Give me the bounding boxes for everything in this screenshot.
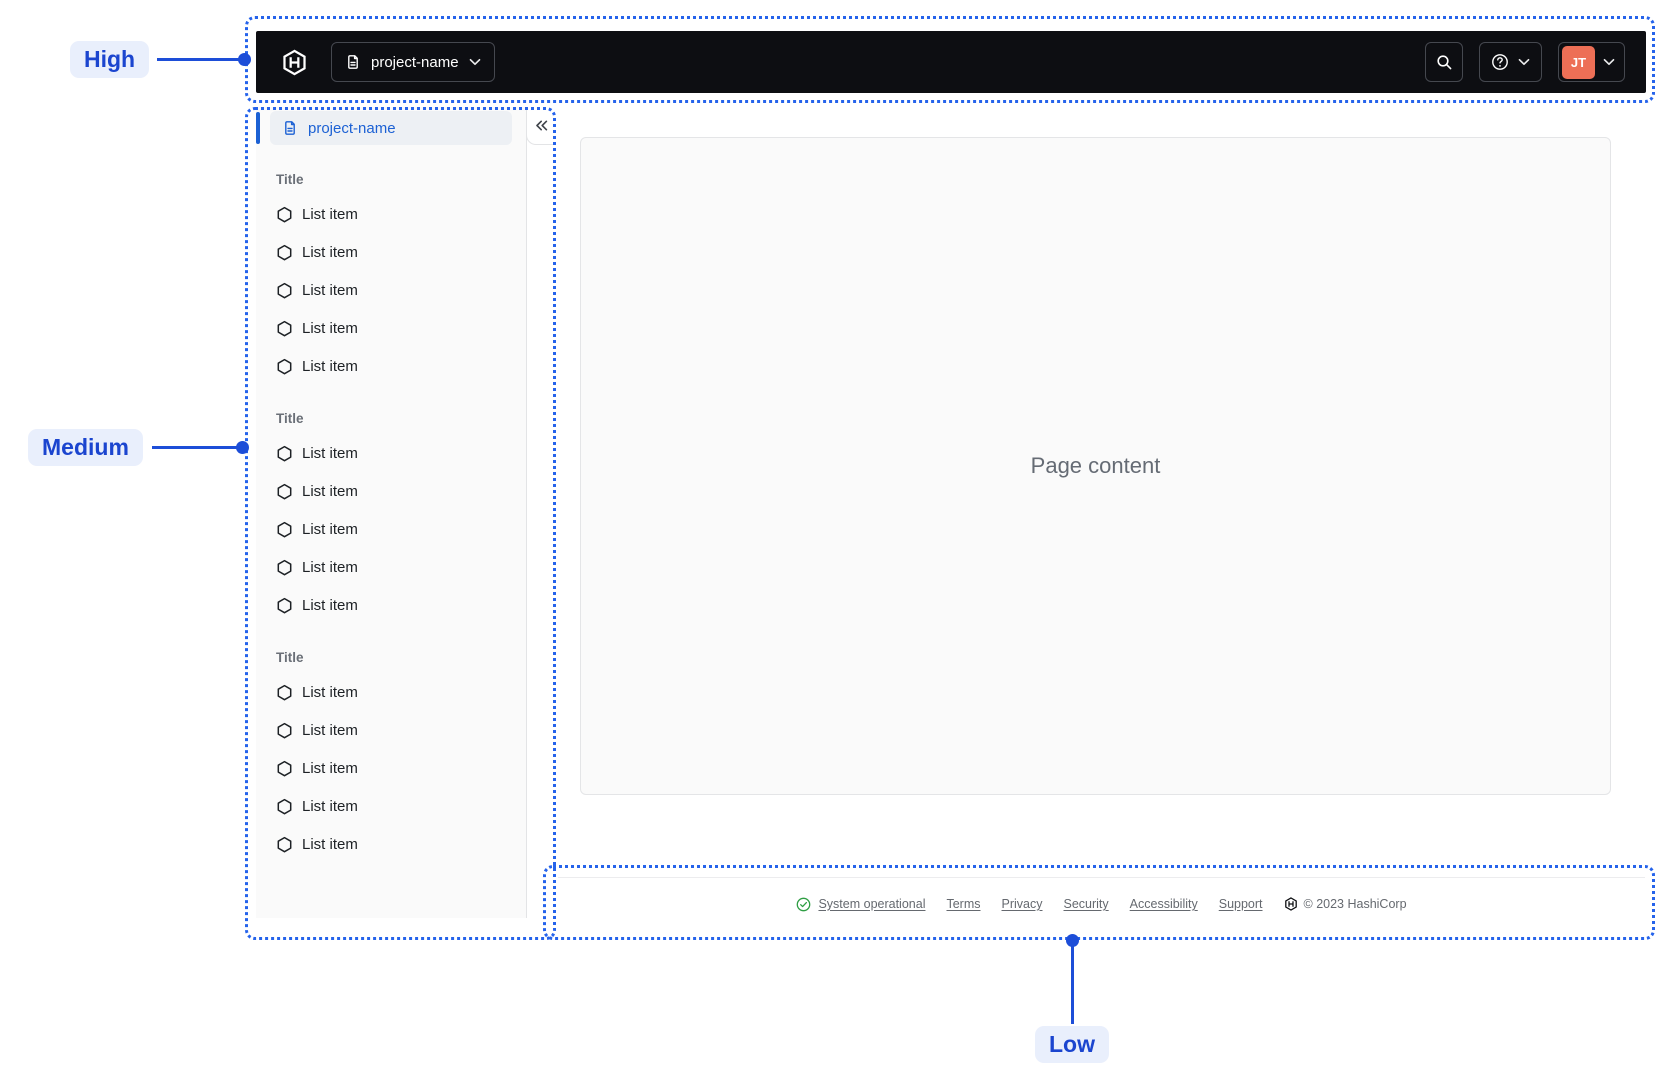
file-text-icon (285, 121, 295, 135)
sidebar-item-label: List item (302, 835, 358, 853)
connector-line-medium (152, 446, 243, 449)
chevron-down-icon (469, 58, 480, 66)
sidebar-section-title: Title (276, 410, 304, 426)
project-switcher-label: project-name (371, 53, 459, 71)
copyright: © 2023 HashiCorp (1284, 897, 1407, 911)
copyright-text: © 2023 HashiCorp (1303, 897, 1407, 911)
sidebar-item-label: List item (302, 683, 358, 701)
connector-dot-high (238, 53, 251, 66)
hexagon-icon (277, 760, 292, 776)
chevron-down-icon (1603, 58, 1615, 66)
sidebar-item-label: List item (302, 596, 358, 614)
sidebar-collapse-button[interactable] (526, 107, 556, 145)
check-circle-icon (797, 897, 811, 911)
sidebar-section-title: Title (276, 649, 304, 665)
sidebar-item[interactable]: List item (256, 434, 526, 472)
sidebar-item-label: List item (302, 281, 358, 299)
sidebar-item[interactable]: List item (256, 309, 526, 347)
sidebar-item[interactable]: List item (256, 510, 526, 548)
sidebar-item-label: List item (302, 205, 358, 223)
hexagon-icon (277, 684, 292, 700)
sidebar-item[interactable]: List item (256, 472, 526, 510)
sidebar-item-label: List item (302, 357, 358, 375)
avatar: JT (1562, 45, 1595, 79)
hashicorp-logo-icon (1284, 897, 1297, 911)
top-navbar: project-name JT (256, 31, 1646, 93)
sidebar-item-label: List item (302, 243, 358, 261)
sidebar-item[interactable]: List item (256, 347, 526, 385)
sidebar-item[interactable]: List item (256, 233, 526, 271)
hexagon-icon (277, 521, 292, 537)
footer-link-accessibility[interactable]: Accessibility (1130, 897, 1198, 911)
help-menu-button[interactable] (1479, 42, 1542, 82)
footer-link-security[interactable]: Security (1064, 897, 1109, 911)
sidebar-item-label: List item (302, 520, 358, 538)
sidebar-item-label: List item (302, 721, 358, 739)
hexagon-icon (277, 559, 292, 575)
file-text-icon (348, 55, 358, 69)
status-label: System operational (818, 897, 926, 911)
hashicorp-logo-icon (283, 49, 306, 75)
footer-link-support[interactable]: Support (1219, 897, 1263, 911)
chevron-double-left-icon (536, 120, 548, 131)
search-icon (1436, 54, 1451, 69)
connector-line-low (1071, 945, 1074, 1024)
hexagon-icon (277, 282, 292, 298)
sidebar-item-label: List item (302, 444, 358, 462)
help-icon (1492, 54, 1508, 70)
connector-dot-medium (236, 441, 249, 454)
navbar-right-cluster: JT (1425, 42, 1625, 82)
chevron-down-icon (1518, 58, 1530, 66)
density-label-low: Low (1035, 1026, 1109, 1064)
user-menu-button[interactable]: JT (1558, 42, 1625, 82)
connector-dot-low (1066, 934, 1079, 947)
project-switcher-button[interactable]: project-name (331, 42, 495, 82)
hexagon-icon (277, 445, 292, 461)
sidebar-item[interactable]: List item (256, 825, 526, 863)
sidebar-item[interactable]: List item (256, 586, 526, 624)
page-content-placeholder: Page content (1030, 453, 1161, 478)
hexagon-icon (277, 798, 292, 814)
footer-divider (558, 877, 1645, 878)
sidebar-section: Title List item List item List item List… (256, 647, 526, 863)
sidebar-item[interactable]: List item (256, 673, 526, 711)
density-label-high: High (70, 41, 150, 79)
page-content-panel: Page content (580, 137, 1611, 795)
sidebar-active-item-label: project-name (308, 119, 396, 137)
footer-link-privacy[interactable]: Privacy (1002, 897, 1043, 911)
sidebar-nav: project-name Title List item List item L… (256, 107, 527, 918)
sidebar-item-project-name[interactable]: project-name (270, 111, 512, 145)
sidebar-item-label: List item (302, 482, 358, 500)
sidebar-item[interactable]: List item (256, 711, 526, 749)
sidebar-item[interactable]: List item (256, 271, 526, 309)
sidebar-item-label: List item (302, 797, 358, 815)
sidebar-item[interactable]: List item (256, 787, 526, 825)
density-label-medium: Medium (28, 429, 143, 467)
sidebar-item-label: List item (302, 558, 358, 576)
status-link[interactable]: System operational (796, 897, 925, 912)
hexagon-icon (277, 206, 292, 222)
sidebar-section-title: Title (276, 171, 304, 187)
sidebar-item-label: List item (302, 319, 358, 337)
hexagon-icon (277, 722, 292, 738)
sidebar-item[interactable]: List item (256, 548, 526, 586)
app-footer: System operational Terms Privacy Securit… (558, 889, 1645, 919)
sidebar-section: Title List item List item List item List… (256, 408, 526, 624)
sidebar-item[interactable]: List item (256, 749, 526, 787)
sidebar-sections: Title List item List item List item List… (256, 169, 526, 863)
hexagon-icon (277, 244, 292, 260)
hexagon-icon (277, 597, 292, 613)
connector-line-high (157, 58, 245, 61)
hexagon-icon (277, 320, 292, 336)
hexagon-icon (277, 483, 292, 499)
hexagon-icon (277, 358, 292, 374)
active-item-indicator (256, 112, 260, 144)
search-button[interactable] (1425, 42, 1463, 82)
sidebar-item[interactable]: List item (256, 195, 526, 233)
footer-link-terms[interactable]: Terms (946, 897, 980, 911)
hexagon-icon (277, 836, 292, 852)
sidebar-item-label: List item (302, 759, 358, 777)
sidebar-section: Title List item List item List item List… (256, 169, 526, 385)
